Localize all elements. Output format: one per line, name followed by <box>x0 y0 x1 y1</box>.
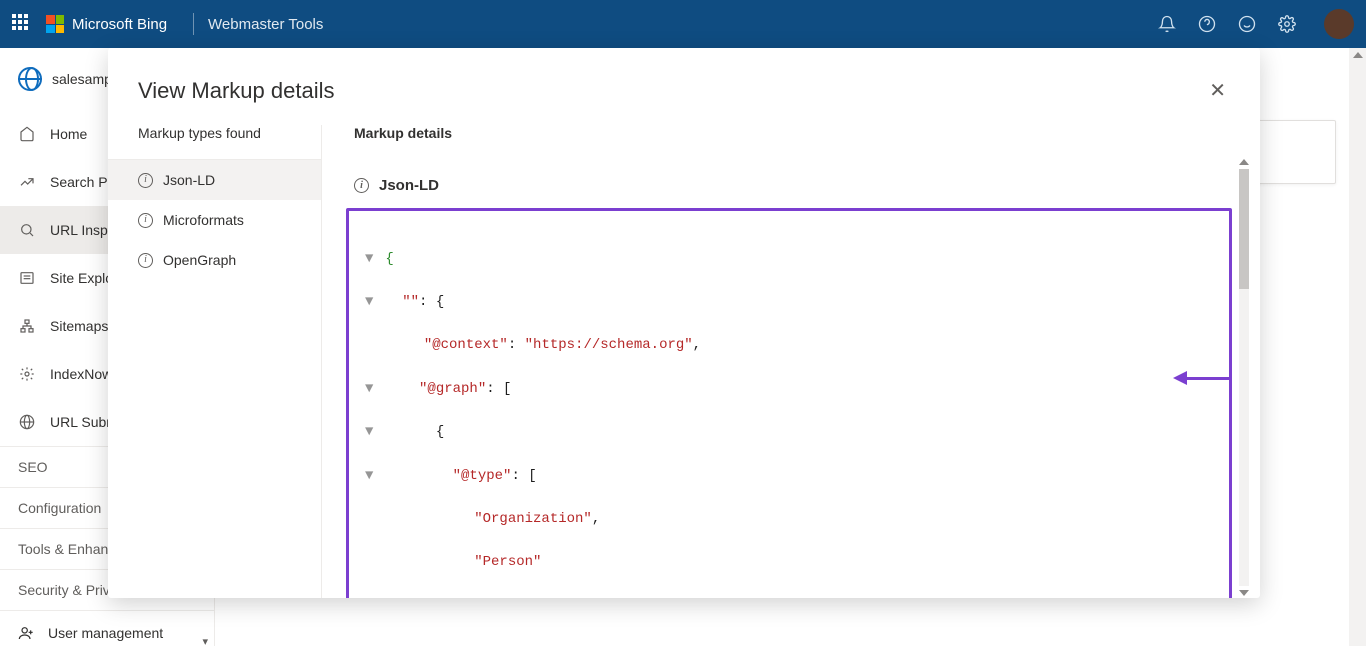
brand-logo[interactable]: Microsoft Bing <box>46 15 167 33</box>
details-subheading: iJson-LD <box>346 157 1232 208</box>
details-scroll: iJson-LD ▼ { ▼ "": { "@context": "https:… <box>346 157 1260 598</box>
nav-user-management[interactable]: User management ▾ <box>0 610 214 646</box>
markup-types-sidebar: Markup types found i Json-LD i Microformat… <box>108 125 322 598</box>
close-icon[interactable]: ✕ <box>1205 74 1230 107</box>
settings-icon[interactable] <box>1278 15 1296 33</box>
trend-icon <box>18 173 36 191</box>
globe-icon <box>18 67 42 91</box>
markup-type-microformats[interactable]: i Microformats <box>108 200 321 240</box>
info-icon: i <box>138 173 153 188</box>
markup-details-modal: View Markup details ✕ Markup types found… <box>108 48 1260 598</box>
search-icon <box>18 221 36 239</box>
modal-title: View Markup details <box>138 78 334 104</box>
markup-type-label: Microformats <box>163 212 244 228</box>
top-header: Microsoft Bing Webmaster Tools <box>0 0 1366 48</box>
nav-label: Sitemaps <box>50 318 108 334</box>
help-icon[interactable] <box>1198 15 1216 33</box>
user-icon <box>18 625 34 641</box>
list-icon <box>18 269 36 287</box>
details-heading: Markup details <box>346 125 1260 157</box>
info-icon: i <box>138 213 153 228</box>
microsoft-logo-icon <box>46 15 64 33</box>
info-icon: i <box>354 178 369 193</box>
markup-type-label: OpenGraph <box>163 252 236 268</box>
info-icon: i <box>138 253 153 268</box>
markup-details-pane: Markup details iJson-LD ▼ { ▼ "": { "@co… <box>322 125 1260 598</box>
chevron-down-icon: ▾ <box>202 635 208 646</box>
nav-label: IndexNow <box>50 366 112 382</box>
home-icon <box>18 125 36 143</box>
markup-types-heading: Markup types found <box>108 125 321 160</box>
markup-type-jsonld[interactable]: i Json-LD <box>108 160 321 200</box>
divider <box>193 13 194 35</box>
page-scrollbar[interactable] <box>1349 48 1366 646</box>
markup-type-opengraph[interactable]: i OpenGraph <box>108 240 321 280</box>
nav-label: Home <box>50 126 87 142</box>
markup-type-label: Json-LD <box>163 172 215 188</box>
gear-icon <box>18 365 36 383</box>
nav-label: URL Inspe <box>50 222 116 238</box>
feedback-icon[interactable] <box>1238 15 1256 33</box>
sitemap-icon <box>18 317 36 335</box>
site-name: salesamp <box>52 71 112 87</box>
notifications-icon[interactable] <box>1158 15 1176 33</box>
brand-text: Microsoft Bing <box>72 16 167 33</box>
app-launcher-icon[interactable] <box>12 14 32 34</box>
modal-header: View Markup details ✕ <box>108 48 1260 125</box>
nav-label: User management <box>48 625 163 641</box>
header-actions <box>1158 9 1354 39</box>
annotation-arrow <box>1173 371 1232 385</box>
code-viewer[interactable]: ▼ { ▼ "": { "@context": "https://schema.… <box>346 208 1232 598</box>
globe-small-icon <box>18 413 36 431</box>
user-avatar[interactable] <box>1324 9 1354 39</box>
code-scrollbar[interactable] <box>1236 157 1252 598</box>
tool-name: Webmaster Tools <box>208 16 323 33</box>
